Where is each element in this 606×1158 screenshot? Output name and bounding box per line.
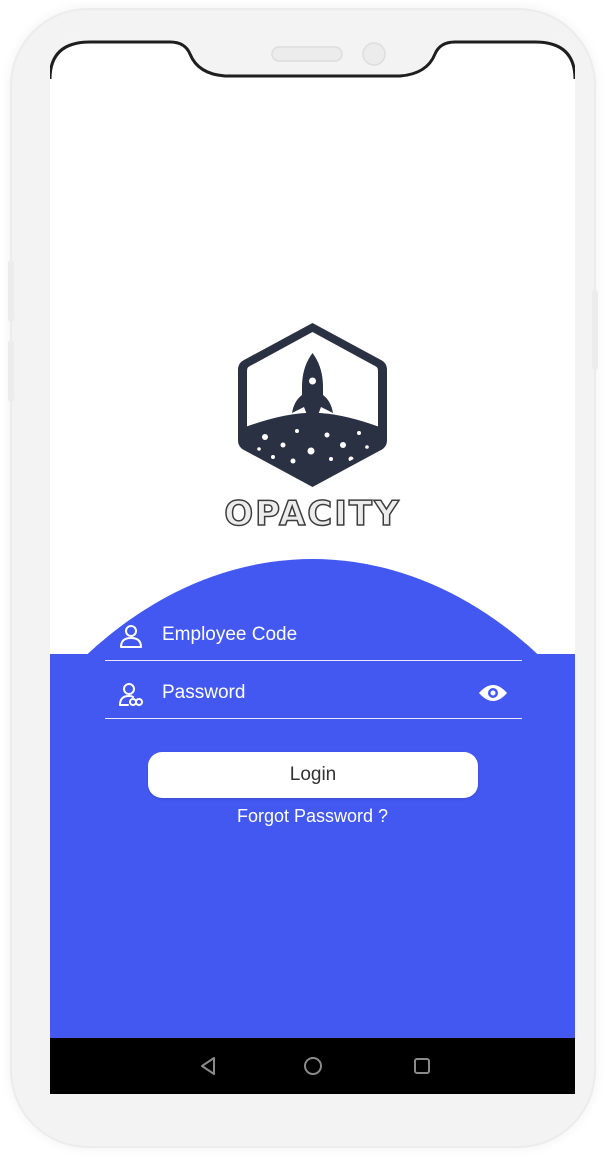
forgot-password-link[interactable]: Forgot Password ?: [50, 806, 575, 827]
speaker-grille: [271, 46, 343, 62]
back-icon[interactable]: [196, 1054, 220, 1078]
home-icon[interactable]: [301, 1054, 325, 1078]
eye-icon[interactable]: [478, 683, 508, 703]
volume-down-button: [8, 340, 14, 402]
login-panel-fill: [50, 654, 575, 1094]
password-placeholder: Password: [162, 682, 246, 703]
password-field[interactable]: Password: [105, 664, 522, 719]
opacity-logo-icon: [238, 323, 387, 487]
employee-code-field[interactable]: Employee Code: [105, 606, 522, 661]
user-icon: [120, 625, 142, 648]
android-nav-bar: [50, 1038, 575, 1094]
front-camera: [362, 42, 386, 66]
screen: OPACITY Employee Code Password Login For…: [50, 34, 575, 1094]
volume-up-button: [8, 260, 14, 322]
employee-code-placeholder: Employee Code: [162, 624, 298, 645]
recents-icon[interactable]: [410, 1054, 434, 1078]
power-button: [592, 290, 598, 370]
notch: [50, 34, 575, 104]
user-lock-icon: [119, 683, 143, 706]
brand-name: OPACITY: [224, 493, 401, 535]
login-button[interactable]: Login: [148, 752, 478, 798]
